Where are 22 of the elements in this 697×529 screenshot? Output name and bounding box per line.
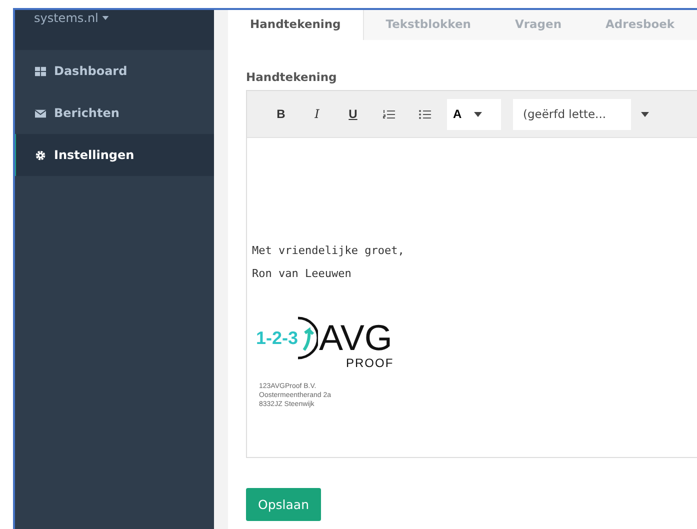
sidebar-item[interactable]: Dashboard [15, 50, 214, 92]
signature-line: Ron van Leeuwen [252, 267, 352, 280]
mail-icon [35, 108, 46, 118]
bullet-list-icon [419, 108, 431, 120]
signature-line: Met vriendelijke groet, [252, 244, 406, 257]
grid-icon [35, 66, 46, 76]
caret-icon [102, 16, 110, 20]
sidebar-item[interactable]: Instellingen [15, 134, 214, 176]
tab[interactable]: Handtekening [228, 10, 364, 40]
caret-icon [641, 112, 649, 116]
numbered-list-icon [383, 108, 395, 120]
brand-menu[interactable]: systems.nl [34, 11, 98, 25]
section-label: Handtekening [246, 70, 338, 84]
underline-button[interactable]: U [335, 99, 371, 129]
logo: 1-2-3 AVG PROOF [256, 316, 394, 370]
caret-icon [474, 112, 482, 116]
italic-button[interactable]: I [299, 99, 335, 129]
bold-button[interactable]: B [263, 99, 299, 129]
sidebar-item[interactable]: Berichten [15, 92, 214, 134]
settings-icon [35, 150, 46, 160]
text-color-button[interactable]: A [447, 98, 501, 130]
font-select[interactable]: (geërfd lette... [513, 98, 631, 130]
